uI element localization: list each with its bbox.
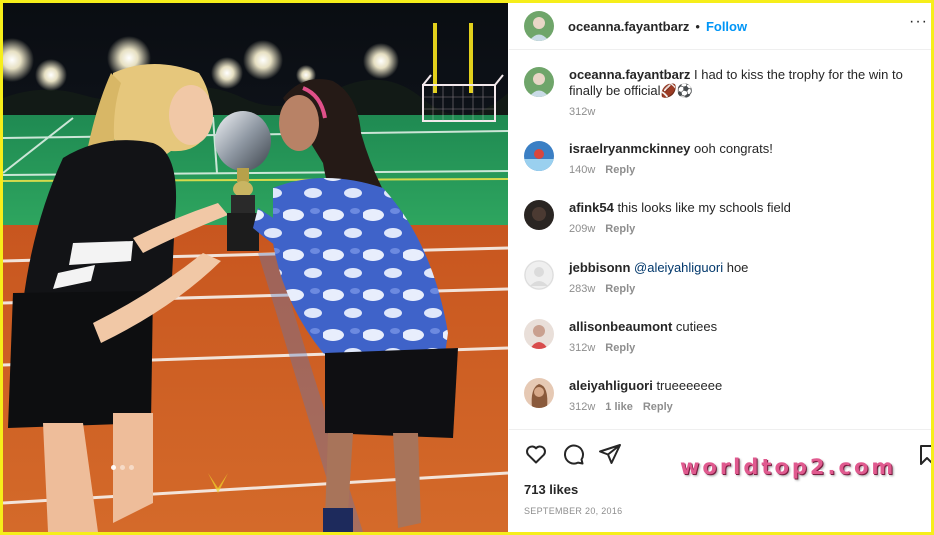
post-actions: 713 likes SEPTEMBER 20, 2016 [509,429,931,532]
likes-count[interactable]: 713 likes [524,482,578,497]
action-icons [524,442,622,466]
caption-username[interactable]: oceanna.fayantbarz [569,67,690,82]
comment-item: aleiyahliguori trueeeeeee 312w 1 like Re… [524,378,929,413]
watermark-text: worldtop2.com [680,455,897,479]
comment-time[interactable]: 312w [569,342,595,354]
author-avatar[interactable] [524,11,554,41]
reply-button[interactable]: Reply [605,283,635,295]
comment-item: jebbisonn @aleiyahliguori hoe 283w Reply [524,260,929,295]
follow-button[interactable]: Follow [706,19,747,34]
share-icon[interactable] [598,442,622,466]
carousel-dot-3[interactable] [129,465,134,470]
comment-text: this looks like my schools field [617,200,791,215]
comment-time[interactable]: 283w [569,283,595,295]
author-username[interactable]: oceanna.fayantbarz [568,19,689,34]
comment-text: hoe [726,260,749,275]
comment-username[interactable]: jebbisonn [569,260,630,275]
comment-username[interactable]: aleiyahliguori [569,378,653,393]
caption-avatar[interactable] [524,67,554,97]
comment-item: afink54 this looks like my schools field… [524,200,929,235]
commenter-avatar[interactable] [524,141,554,171]
comment-username[interactable]: israelryanmckinney [569,141,690,156]
comment-time[interactable]: 140w [569,164,595,176]
comment-time[interactable]: 209w [569,223,595,235]
comment-text: ooh congrats! [694,141,773,156]
comment-text: cutiees [675,319,718,334]
reply-button[interactable]: Reply [605,223,635,235]
separator-dot: • [695,18,700,34]
caption: oceanna.fayantbarz I had to kiss the tro… [524,67,929,118]
more-options-icon[interactable]: ··· [909,13,928,31]
comment-item: allisonbeaumont cutiees 312w Reply [524,319,929,354]
reply-button[interactable]: Reply [605,342,635,354]
bookmark-icon[interactable] [919,444,931,466]
post-date[interactable]: SEPTEMBER 20, 2016 [524,506,622,516]
commenter-avatar[interactable] [524,378,554,408]
carousel-dot-2[interactable] [120,465,125,470]
comment-mention-link[interactable]: @aleiyahliguori [634,260,723,275]
comment-icon[interactable] [561,442,585,466]
comment-username[interactable]: afink54 [569,200,614,215]
comments-list[interactable]: oceanna.fayantbarz I had to kiss the tro… [509,51,931,429]
comment-item: israelryanmckinney ooh congrats! 140w Re… [524,141,929,176]
comment-time[interactable]: 312w [569,401,595,413]
reply-button[interactable]: Reply [643,401,673,413]
comment-text: trueeeeeee [656,378,723,393]
carousel-dot-1[interactable] [111,465,116,470]
post-photo-image [3,3,508,532]
commenter-avatar[interactable] [524,200,554,230]
commenter-avatar[interactable] [524,319,554,349]
caption-time[interactable]: 312w [569,106,595,118]
comment-likes[interactable]: 1 like [605,401,633,413]
carousel-dots[interactable] [111,465,134,470]
instagram-post-frame: oceanna.fayantbarz • Follow ··· oceanna.… [3,3,931,532]
reply-button[interactable]: Reply [605,164,635,176]
post-header: oceanna.fayantbarz • Follow ··· [509,3,931,50]
heart-icon[interactable] [524,442,548,466]
comment-username[interactable]: allisonbeaumont [569,319,672,334]
post-photo[interactable] [3,3,508,532]
post-side-panel: oceanna.fayantbarz • Follow ··· oceanna.… [509,3,931,532]
commenter-avatar[interactable] [524,260,554,290]
